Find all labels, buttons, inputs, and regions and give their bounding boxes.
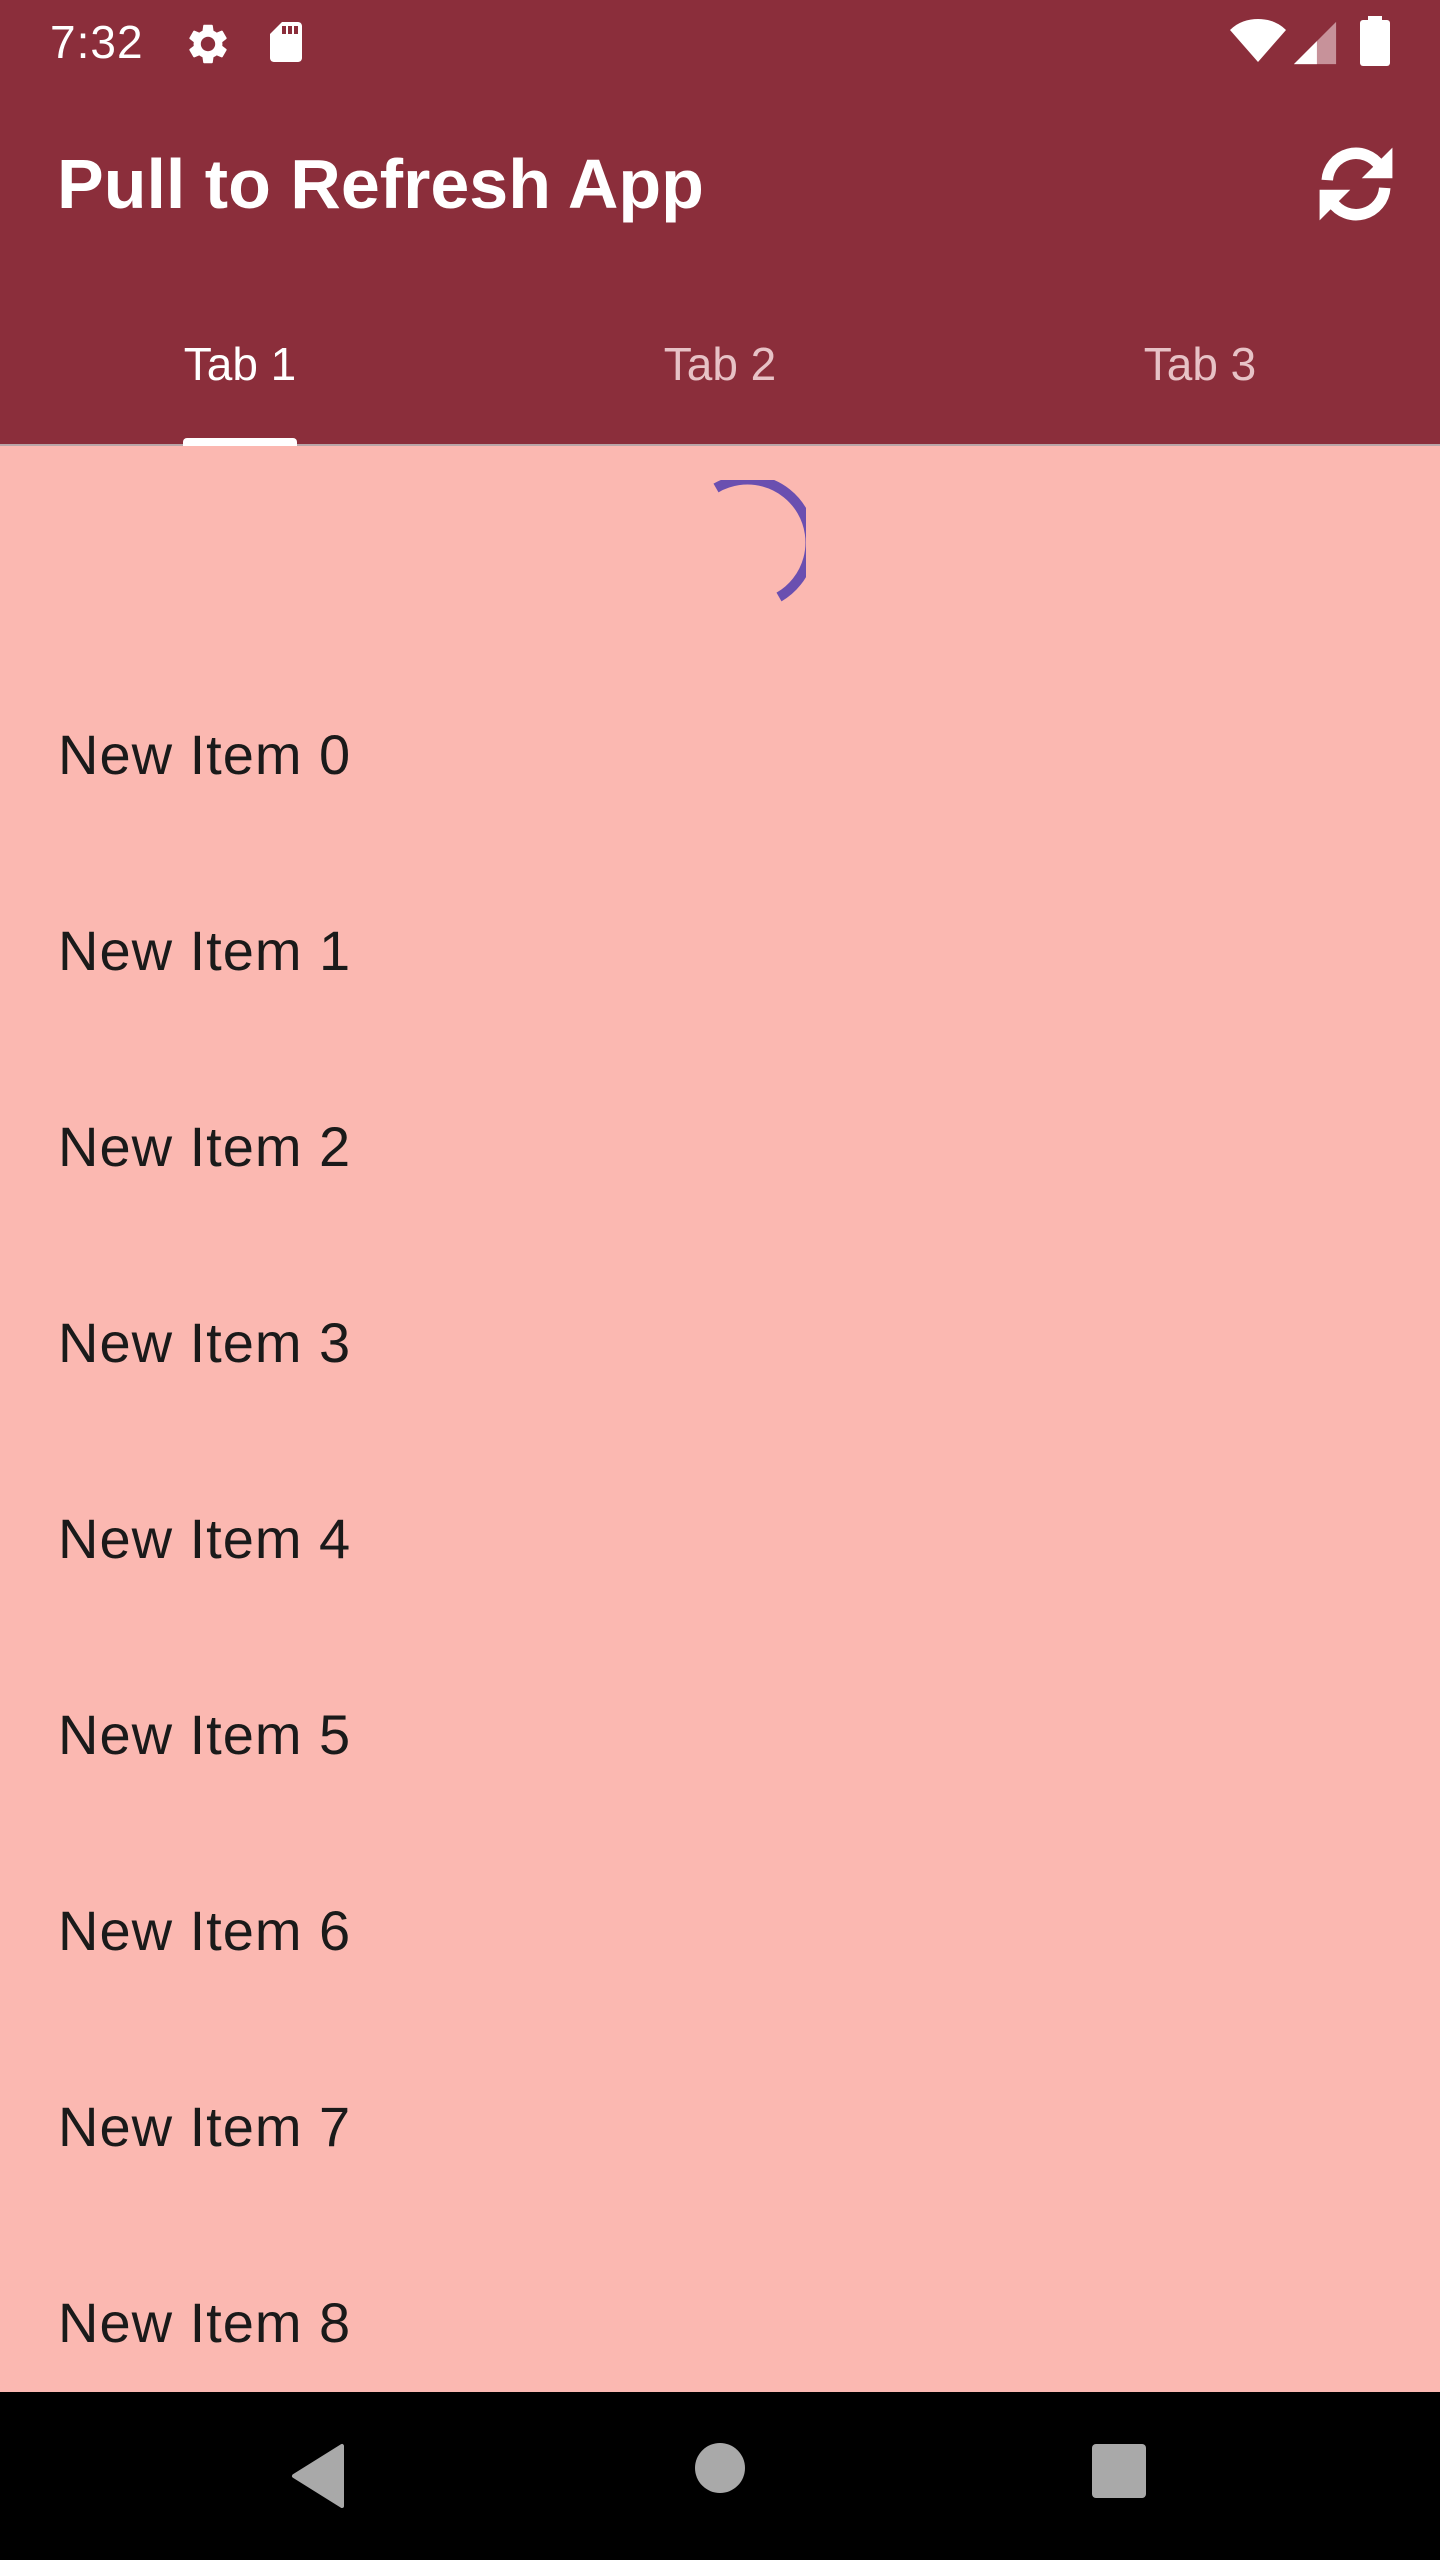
refresh-spinner — [686, 474, 816, 610]
recents-button[interactable] — [1092, 2444, 1146, 2498]
list-item-label: New Item 2 — [58, 1115, 352, 1178]
list-item-label: New Item 1 — [58, 919, 352, 982]
wifi-icon — [1228, 18, 1288, 71]
tab-label: Tab 3 — [1143, 338, 1257, 390]
item-list[interactable]: New Item 0 New Item 1 New Item 2 New Ite… — [0, 660, 1440, 2424]
tab-label: Tab 2 — [663, 338, 777, 390]
list-item[interactable]: New Item 2 — [0, 1052, 1440, 1248]
list-item[interactable]: New Item 7 — [0, 2032, 1440, 2228]
tab-1[interactable]: Tab 1 — [0, 324, 480, 444]
list-item-label: New Item 8 — [58, 2291, 352, 2354]
navigation-bar — [0, 2392, 1440, 2560]
list-item-label: New Item 0 — [58, 723, 352, 786]
list-item-label: New Item 6 — [58, 1899, 352, 1962]
refresh-icon — [1310, 147, 1402, 234]
status-bar: 7:32 — [0, 0, 1440, 84]
tab-label: Tab 1 — [183, 338, 297, 390]
list-item[interactable]: New Item 4 — [0, 1444, 1440, 1640]
tab-indicator — [183, 438, 297, 446]
list-item-label: New Item 4 — [58, 1507, 352, 1570]
list-item[interactable]: New Item 5 — [0, 1640, 1440, 1836]
battery-icon — [1360, 16, 1390, 71]
refresh-button[interactable] — [1310, 138, 1402, 230]
status-time: 7:32 — [50, 16, 144, 68]
sd-card-icon — [262, 18, 310, 71]
list-item[interactable]: New Item 6 — [0, 1836, 1440, 2032]
tab-3[interactable]: Tab 3 — [960, 324, 1440, 444]
home-button[interactable] — [694, 2442, 746, 2494]
list-item[interactable]: New Item 1 — [0, 856, 1440, 1052]
app-title: Pull to Refresh App — [57, 145, 704, 223]
home-icon — [694, 2443, 746, 2498]
list-item[interactable]: New Item 0 — [0, 660, 1440, 856]
app-bar: Pull to Refresh App Tab 1 Tab 2 Tab 3 — [0, 84, 1440, 446]
list-item-label: New Item 5 — [58, 1703, 352, 1766]
signal-icon — [1292, 20, 1338, 71]
recents-icon — [1092, 2444, 1146, 2502]
back-button[interactable] — [282, 2440, 354, 2512]
list-item-label: New Item 3 — [58, 1311, 352, 1374]
list-item[interactable]: New Item 3 — [0, 1248, 1440, 1444]
tab-2[interactable]: Tab 2 — [480, 324, 960, 444]
back-icon — [282, 2444, 354, 2516]
settings-icon — [184, 20, 232, 73]
list-item-label: New Item 7 — [58, 2095, 352, 2158]
